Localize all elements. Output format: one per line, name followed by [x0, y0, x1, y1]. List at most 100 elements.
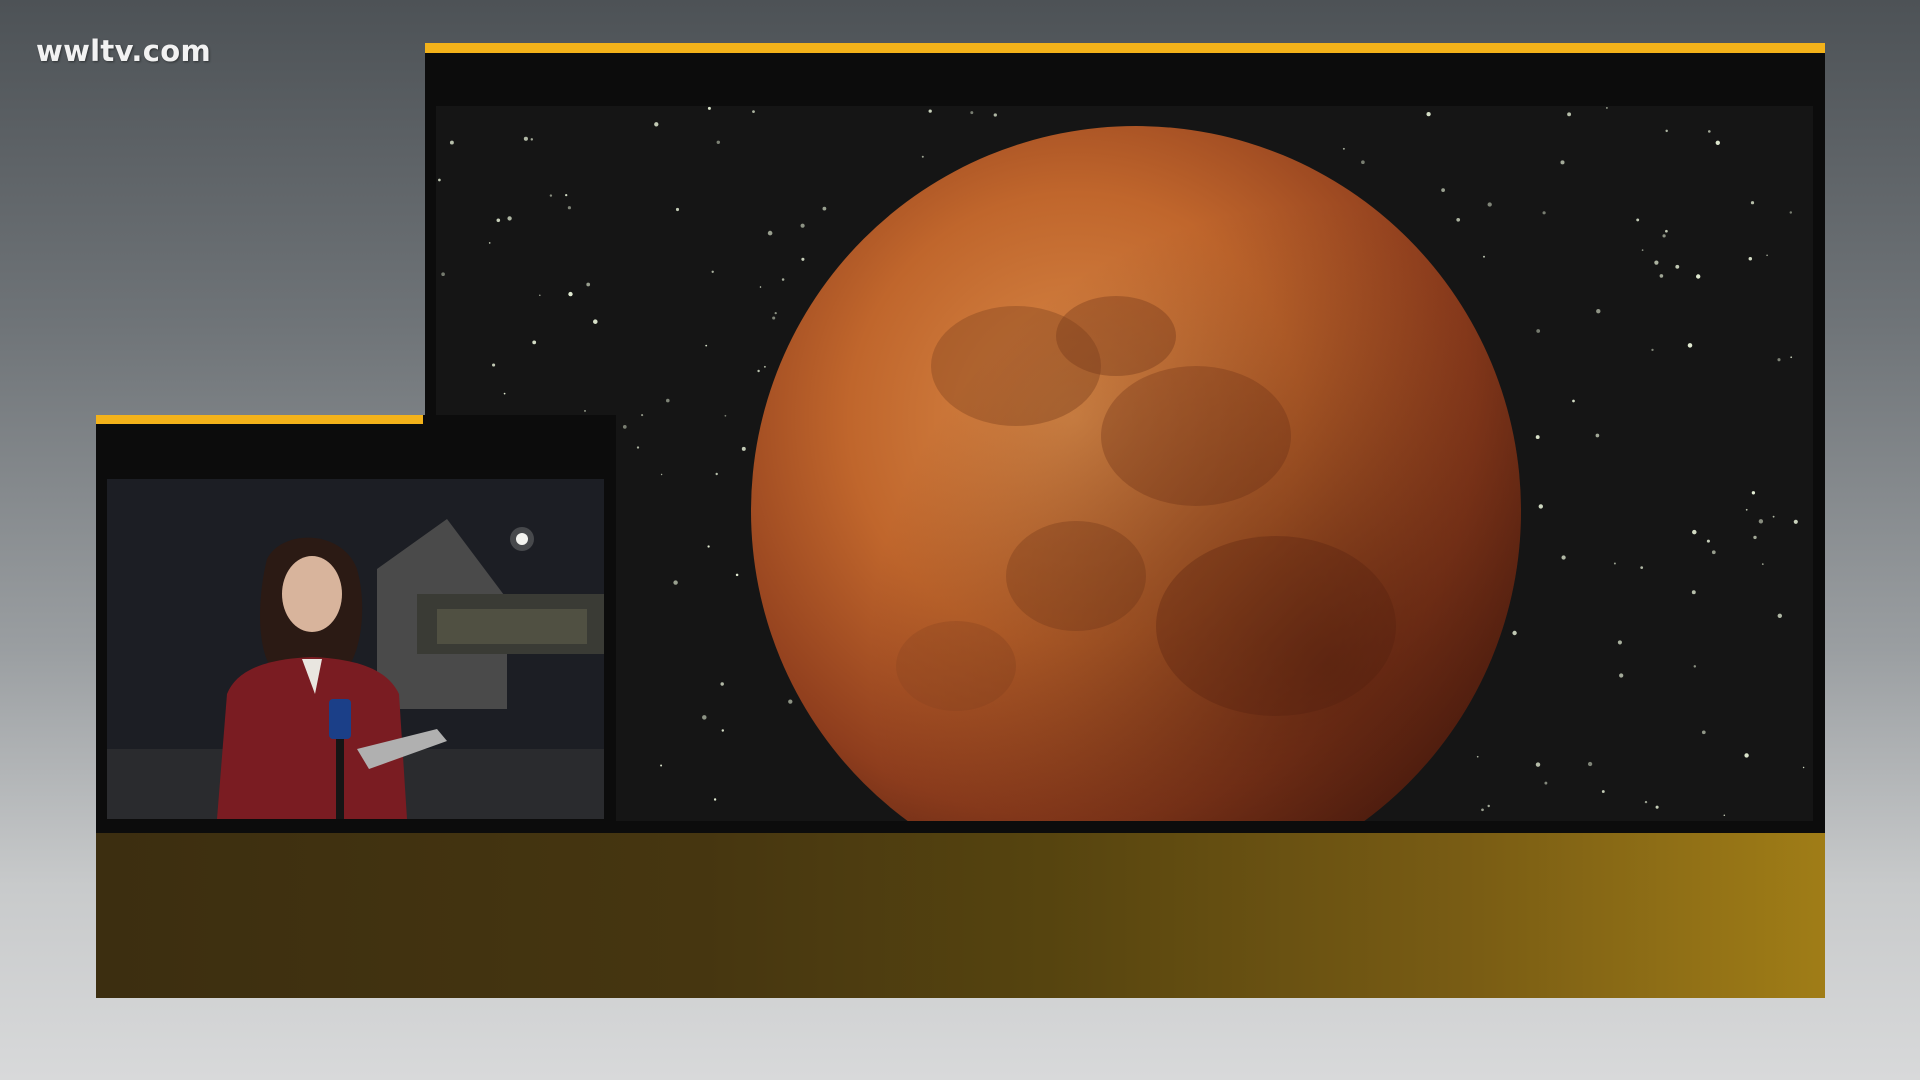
star [1761, 563, 1764, 565]
star [1441, 188, 1445, 192]
star [1572, 399, 1575, 403]
blood-moon-graphic [436, 106, 1813, 821]
star [523, 136, 528, 141]
inset-video-frame [96, 415, 616, 833]
star [757, 369, 760, 373]
star [1790, 356, 1793, 359]
star [1542, 211, 1546, 215]
star [539, 294, 541, 297]
star [724, 414, 727, 417]
lower-third-bar [96, 833, 1825, 998]
star [720, 682, 724, 686]
star [759, 286, 762, 288]
star [673, 580, 678, 585]
star [530, 138, 534, 141]
star [503, 392, 506, 395]
star [1651, 348, 1654, 352]
star [1691, 590, 1696, 595]
star [1561, 555, 1566, 560]
star [1751, 491, 1756, 495]
star [1701, 730, 1706, 735]
star [1750, 201, 1755, 205]
star [705, 344, 708, 347]
star [1560, 160, 1565, 165]
star [1659, 274, 1664, 278]
star [1665, 129, 1668, 133]
star [1655, 805, 1659, 809]
star [660, 473, 663, 476]
star [654, 122, 659, 127]
star [1476, 755, 1479, 758]
star [641, 414, 644, 417]
star [781, 278, 785, 281]
star [488, 242, 491, 244]
star [1483, 255, 1485, 258]
star [1641, 249, 1644, 251]
channel-watermark: wwltv.com [36, 34, 211, 68]
blood-moon-image [436, 106, 1813, 821]
star [1644, 800, 1648, 804]
star [1544, 781, 1548, 785]
star [622, 425, 627, 429]
star [567, 206, 571, 210]
main-image-frame [425, 43, 1825, 833]
star [1711, 550, 1716, 555]
star [565, 193, 568, 197]
star [593, 319, 598, 324]
star [549, 194, 553, 197]
star [1766, 254, 1768, 257]
star [1793, 519, 1798, 524]
star [1745, 508, 1748, 511]
star [441, 272, 445, 277]
star [716, 140, 721, 145]
star [1538, 504, 1544, 509]
star [1456, 217, 1461, 222]
star [801, 257, 805, 261]
star [735, 573, 739, 577]
star [1596, 309, 1601, 314]
star [921, 155, 924, 158]
star [800, 223, 805, 228]
star [1802, 766, 1805, 769]
inset-frame-gold-bar [96, 415, 423, 424]
star [970, 111, 974, 115]
star [1617, 640, 1622, 645]
star [1342, 147, 1345, 150]
star [532, 340, 537, 345]
star [660, 764, 663, 767]
star [1487, 202, 1492, 207]
star [772, 316, 776, 320]
star [636, 446, 640, 449]
star [1619, 673, 1624, 678]
star [568, 291, 573, 297]
star [1748, 257, 1753, 261]
star [715, 472, 718, 476]
star [1605, 106, 1608, 109]
star [1723, 814, 1726, 816]
star [1758, 519, 1764, 524]
star [1675, 264, 1680, 269]
star [767, 230, 773, 236]
star [1753, 535, 1757, 540]
star [584, 410, 586, 412]
star [1789, 211, 1793, 214]
star [1361, 160, 1365, 165]
star [774, 311, 777, 315]
star [1772, 515, 1775, 518]
star [1744, 753, 1749, 758]
star [822, 206, 827, 211]
star [928, 109, 932, 113]
star [1636, 218, 1640, 222]
star [1535, 762, 1541, 767]
reporter-scene-graphic [107, 479, 604, 819]
star [586, 282, 591, 287]
star [1481, 808, 1484, 812]
star [752, 110, 755, 113]
reporter-live-shot [107, 479, 604, 819]
star [1692, 529, 1697, 535]
star [666, 398, 670, 403]
star [711, 270, 714, 273]
star [1693, 665, 1697, 668]
star [763, 365, 766, 368]
star [1707, 130, 1711, 133]
